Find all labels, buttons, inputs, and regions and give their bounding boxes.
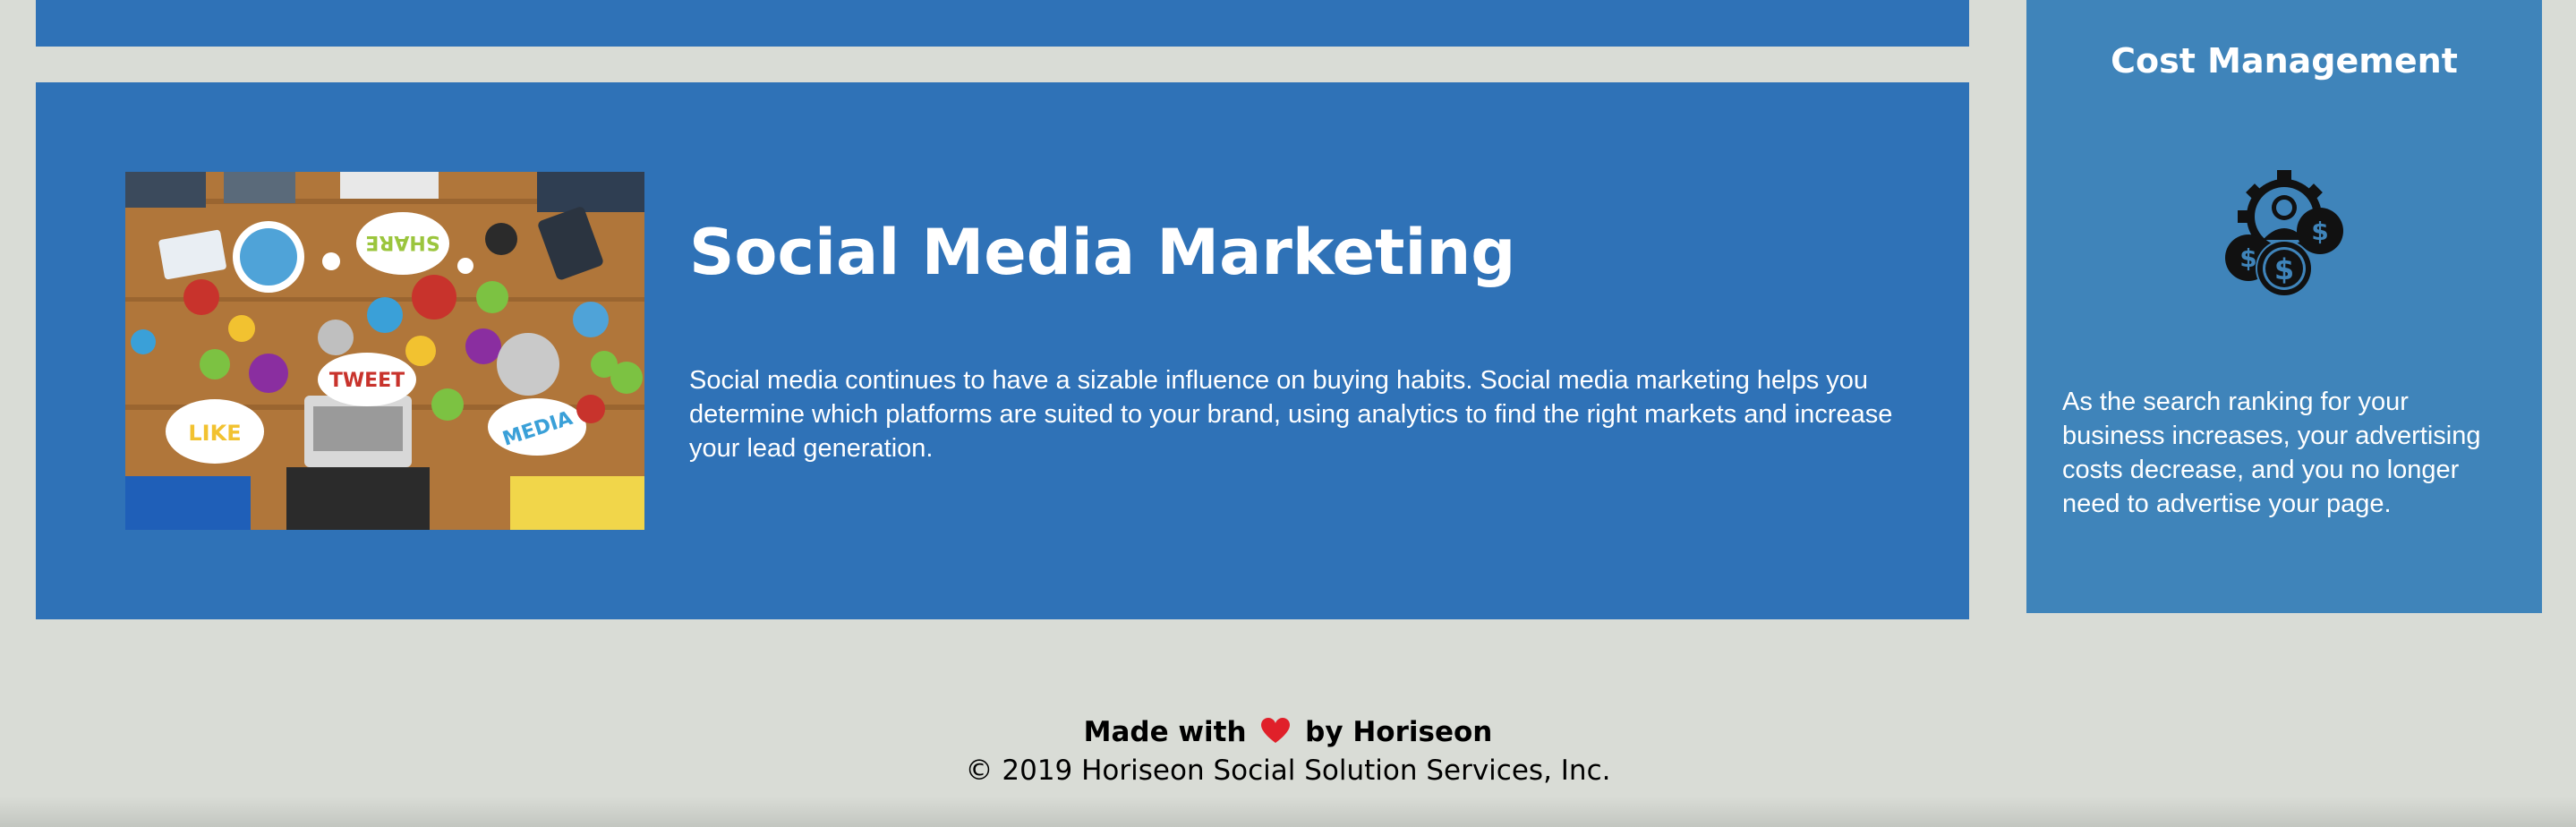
cost-management-icon: $ $ $: [2213, 161, 2356, 304]
svg-text:LIKE: LIKE: [188, 421, 241, 446]
social-media-marketing-image: SHARE TWEET LIKE MEDIA: [125, 172, 644, 530]
footer: Made with by Horiseon © 2019 Horiseon So…: [0, 712, 2576, 789]
svg-text:$: $: [2239, 243, 2256, 273]
svg-text:$: $: [2311, 217, 2328, 246]
article-title: Social Media Marketing: [689, 216, 1516, 289]
by-horiseon-label: by Horiseon: [1305, 716, 1493, 748]
svg-text:$: $: [2274, 252, 2294, 286]
social-media-illustration: SHARE TWEET LIKE MEDIA: [125, 172, 644, 530]
social-media-marketing-section: SHARE TWEET LIKE MEDIA Social Media Mark…: [36, 82, 1969, 619]
made-with-label: Made with: [1083, 716, 1247, 748]
svg-text:SHARE: SHARE: [365, 231, 439, 253]
footer-made-with: Made with by Horiseon: [0, 712, 2576, 753]
sidebar-title: Cost Management: [2111, 41, 2458, 81]
bottom-shadow: [0, 797, 2576, 827]
previous-article-section: [36, 0, 1969, 47]
heart-icon: [1259, 715, 1292, 744]
copyright-text: © 2019 Horiseon Social Solution Services…: [965, 755, 1611, 787]
article-description: Social media continues to have a sizable…: [689, 366, 1893, 463]
sidebar-description: As the search ranking for your business …: [2062, 388, 2481, 518]
svg-text:TWEET: TWEET: [329, 370, 405, 392]
cost-management-sidebar: Cost Management $ $ $ As the search rank…: [2026, 0, 2542, 613]
